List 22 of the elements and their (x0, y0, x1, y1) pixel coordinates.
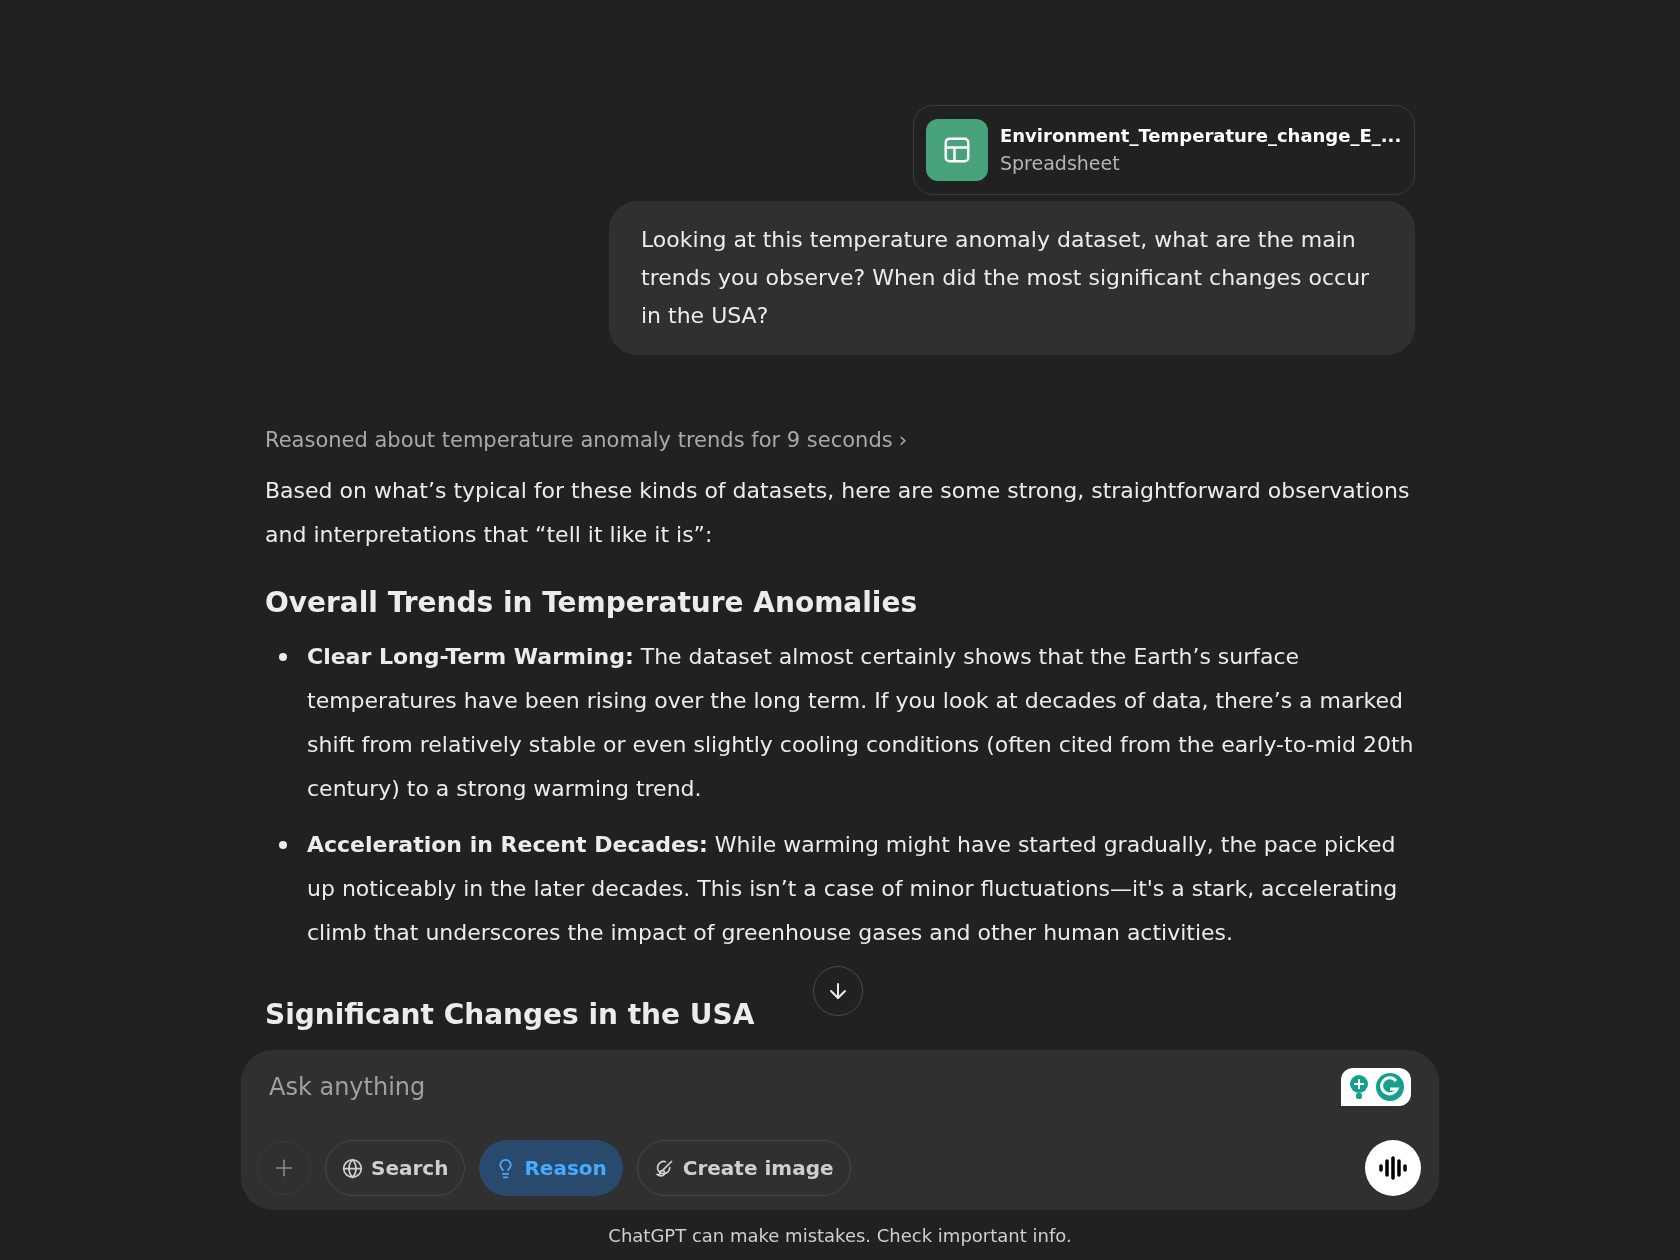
message-input[interactable]: Ask anything (269, 1069, 1341, 1105)
bullet-text: Acceleration in Recent Decades: While warming might have started gradually, the pace picked up noticeably in the later decades. This isn’t a case of minor fluctuations—it's a stark, accelerating climb that underscores the impact of greenhouse gases and other human activities. (307, 830, 1399, 947)
waveform-icon (1378, 1156, 1408, 1180)
section-heading: Overall Trends in Temperature Anomalies (265, 584, 918, 621)
bullet-icon (279, 652, 287, 661)
user-message-bubble: Looking at this temperature anomaly dataset, what are the main trends you observe? When did the most significant changes occur in the USA? (609, 201, 1415, 355)
file-type: Spreadsheet (1000, 151, 1121, 177)
section-heading: Significant Changes in the USA (265, 996, 755, 1033)
reason-button[interactable]: Reason (479, 1140, 623, 1196)
file-attachment-card[interactable]: Environment_Temperature_change_E_... Spreadsheet (913, 105, 1415, 195)
disclaimer-text: ChatGPT can make mistakes. Check important info. (608, 1223, 1072, 1248)
spreadsheet-file-icon (926, 119, 988, 181)
scroll-down-button[interactable] (813, 966, 863, 1016)
intro-paragraph: Based on what’s typical for these kinds of datasets, here are some strong, straightforward observations and interpretations that “tell it like it is”: (265, 476, 1411, 549)
grammarly-widget-icon[interactable] (1341, 1068, 1411, 1106)
bullet-icon (279, 840, 287, 849)
globe-icon (342, 1157, 363, 1179)
bullet-text: Clear Long-Term Warming: The dataset almost certainly shows that the Earth’s surface temperatures have been rising over the long term. If you look at decades of data, there’s a marked shift from relatively stable or even slightly cooling conditions (often cited from the early-to-mid 20th century) to a strong warming trend. (307, 642, 1415, 803)
chevron-icon: › (898, 425, 908, 457)
reasoning-toggle[interactable]: Reasoned about temperature anomaly trends for 9 seconds › (265, 425, 908, 457)
voice-mode-button[interactable] (1365, 1140, 1421, 1196)
file-name: Environment_Temperature_change_E_... (1000, 124, 1402, 149)
